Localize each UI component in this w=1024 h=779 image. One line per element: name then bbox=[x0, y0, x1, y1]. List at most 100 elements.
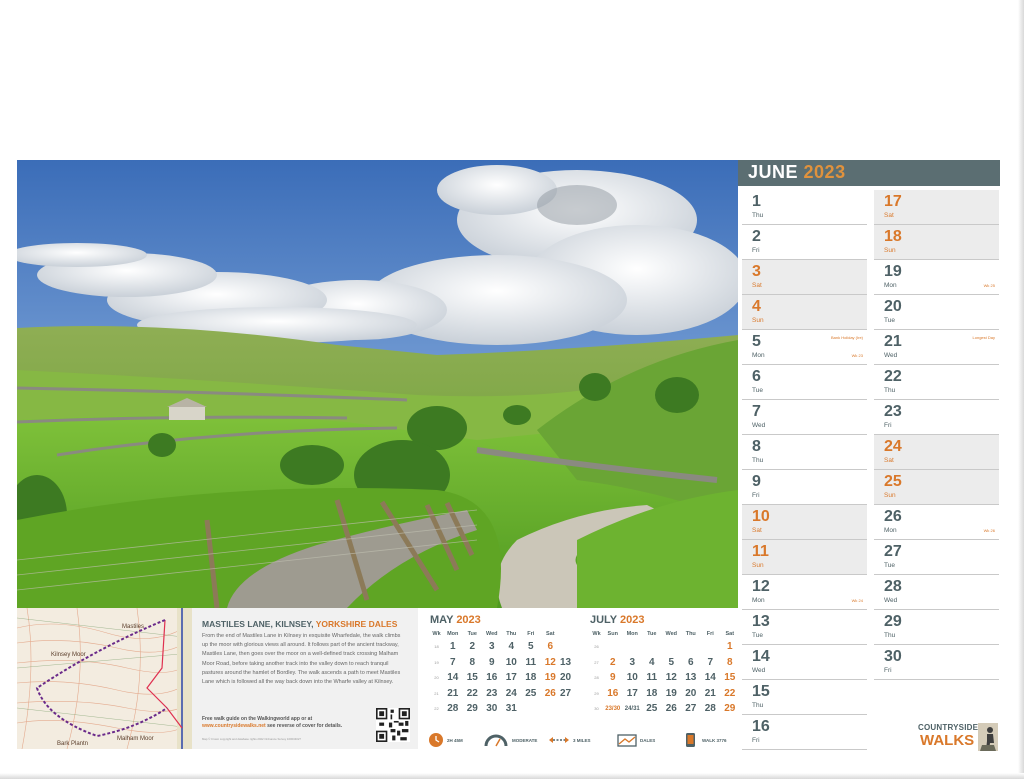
guide-url[interactable]: www.countrysidewalks.net bbox=[202, 723, 266, 729]
day-cell-24[interactable]: 24 Sat bbox=[874, 435, 999, 470]
mini-day: 23/30 bbox=[605, 705, 621, 712]
day-number: 24 bbox=[884, 438, 902, 455]
stat-distance-label: 3 MILES bbox=[573, 737, 591, 743]
mini-day bbox=[603, 639, 623, 655]
mini-day: 29 bbox=[466, 703, 478, 715]
day-number: 21 bbox=[884, 333, 902, 350]
mini-day: 8 bbox=[726, 656, 733, 668]
stat-time: 2H 45M bbox=[428, 730, 463, 750]
day-cell-17[interactable]: 17 Sat bbox=[874, 190, 999, 225]
day-note: Longest Day bbox=[972, 335, 995, 340]
week-number: Wk 26 bbox=[983, 528, 995, 533]
stat-terrain-label: DALES bbox=[640, 737, 656, 743]
july-month: JULY bbox=[590, 614, 617, 626]
day-cell-4[interactable]: 4 Sun bbox=[742, 295, 867, 330]
walker-emblem-icon bbox=[978, 723, 998, 751]
day-cell-1[interactable]: 1 Thu bbox=[742, 190, 867, 225]
day-cell-9[interactable]: 9 Fri bbox=[742, 470, 867, 505]
mini-day: 22 bbox=[724, 687, 736, 699]
day-number: 12 bbox=[752, 578, 770, 595]
day-number: 27 bbox=[884, 543, 902, 560]
mini-day: 2 bbox=[469, 641, 476, 653]
day-cell-20[interactable]: 20 Tue bbox=[874, 295, 999, 330]
may-mini-calendar: MAY 2023 Wk Mon Tue Wed Thu Fri Sat 18 1 2 3 4 5 6 19 7… bbox=[430, 614, 580, 724]
stat-distance: 3 MILES bbox=[548, 730, 591, 750]
week-header: Wk bbox=[432, 630, 441, 637]
distance-icon bbox=[549, 737, 569, 743]
weekday-header: Mon bbox=[626, 630, 638, 637]
july-mini-calendar: JULY 2023 Wk Sun Mon Tue Wed Thu Fri Sat 26 1 27 2 3… bbox=[590, 614, 740, 724]
day-cell-5[interactable]: 5 Mon Bank Holiday (Ire) Wk 23 bbox=[742, 330, 867, 365]
mini-day: 17 bbox=[626, 687, 638, 699]
day-number: 23 bbox=[884, 403, 902, 420]
mini-day: 26 bbox=[544, 687, 556, 699]
week-number: Wk 23 bbox=[851, 353, 863, 358]
mini-day: 16 bbox=[607, 687, 619, 699]
week-number: 19 bbox=[434, 659, 439, 665]
clock-icon bbox=[429, 733, 443, 747]
mini-day: 13 bbox=[560, 656, 572, 668]
day-name: Sat bbox=[752, 527, 762, 534]
day-name: Tue bbox=[884, 317, 895, 324]
day-cell-27[interactable]: 27 Tue bbox=[874, 540, 999, 575]
day-number: 8 bbox=[752, 438, 761, 455]
day-cell-8[interactable]: 8 Thu bbox=[742, 435, 867, 470]
walk-title: MASTILES LANE, KILNSEY, YORKSHIRE DALES bbox=[202, 619, 397, 629]
mini-day: 28 bbox=[447, 703, 459, 715]
week-header: Wk bbox=[592, 630, 601, 637]
stat-time-label: 2H 45M bbox=[447, 737, 463, 743]
day-name: Wed bbox=[752, 667, 766, 674]
day-cell-25[interactable]: 25 Sun bbox=[874, 470, 999, 505]
day-cell-14[interactable]: 14 Wed bbox=[742, 645, 867, 680]
day-cell-22[interactable]: 22 Thu bbox=[874, 365, 999, 400]
stat-walk-code: WALK 3776 bbox=[683, 730, 727, 750]
walk-title-text: MASTILES LANE, KILNSEY, bbox=[202, 619, 314, 629]
mini-day: 11 bbox=[525, 656, 537, 668]
day-cell-18[interactable]: 18 Sun bbox=[874, 225, 999, 260]
day-cell-13[interactable]: 13 Tue bbox=[742, 610, 867, 645]
phone-icon bbox=[686, 733, 695, 747]
week-number: 29 bbox=[594, 690, 599, 696]
day-cell-12[interactable]: 12 Mon Wk 24 bbox=[742, 575, 867, 610]
mini-day: 16 bbox=[486, 672, 498, 684]
day-cell-23[interactable]: 23 Fri bbox=[874, 400, 999, 435]
day-cell-29[interactable]: 29 Thu bbox=[874, 610, 999, 645]
day-cell-16[interactable]: 16 Fri bbox=[742, 715, 867, 750]
weekday-header: Wed bbox=[485, 630, 498, 637]
day-number: 25 bbox=[884, 473, 902, 490]
qr-code-icon[interactable] bbox=[376, 708, 410, 742]
weekday-header: Sat bbox=[545, 630, 555, 637]
day-cell-11[interactable]: 11 Sun bbox=[742, 540, 867, 575]
day-cell-19[interactable]: 19 Mon Wk 25 bbox=[874, 260, 999, 295]
mini-day: 5 bbox=[668, 656, 675, 668]
mini-day: 9 bbox=[609, 672, 616, 684]
mini-day: 12 bbox=[665, 672, 677, 684]
mini-day: 20 bbox=[560, 672, 572, 684]
mini-day bbox=[662, 639, 682, 655]
gauge-icon bbox=[484, 734, 508, 747]
mini-day: 11 bbox=[646, 672, 658, 684]
day-number: 5 bbox=[752, 333, 761, 350]
day-cell-2[interactable]: 2 Fri bbox=[742, 225, 867, 260]
mini-day: 19 bbox=[665, 687, 677, 699]
map-copyright: Map © Crown copyright and database right… bbox=[202, 737, 301, 741]
day-cell-6[interactable]: 6 Tue bbox=[742, 365, 867, 400]
mini-day: 28 bbox=[704, 703, 716, 715]
mini-day: 10 bbox=[505, 656, 517, 668]
day-name: Mon bbox=[884, 527, 897, 534]
day-cell-3[interactable]: 3 Sat bbox=[742, 260, 867, 295]
weekday-header: Thu bbox=[506, 630, 517, 637]
day-cell-26[interactable]: 26 Mon Wk 26 bbox=[874, 505, 999, 540]
day-cell-21[interactable]: 21 Wed Longest Day bbox=[874, 330, 999, 365]
day-cell-7[interactable]: 7 Wed bbox=[742, 400, 867, 435]
day-name: Tue bbox=[884, 562, 895, 569]
day-cell-30[interactable]: 30 Fri bbox=[874, 645, 999, 680]
day-name: Mon bbox=[884, 282, 897, 289]
day-cell-15[interactable]: 15 Thu bbox=[742, 680, 867, 715]
day-cell-10[interactable]: 10 Sat bbox=[742, 505, 867, 540]
day-number: 6 bbox=[752, 368, 761, 385]
weekday-header: Thu bbox=[685, 630, 696, 637]
day-name: Sun bbox=[752, 317, 764, 324]
day-cell-28[interactable]: 28 Wed bbox=[874, 575, 999, 610]
mini-day: 15 bbox=[466, 672, 478, 684]
